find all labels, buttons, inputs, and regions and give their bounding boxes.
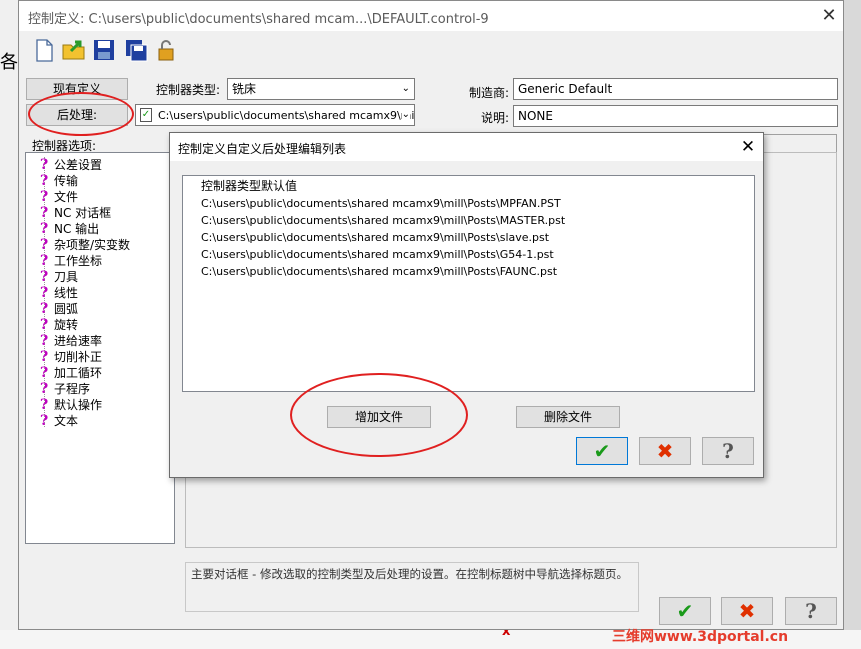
help-topic-icon: ?: [40, 381, 49, 397]
help-button[interactable]: ?: [702, 437, 754, 465]
post-path-select[interactable]: ✓ C:\users\public\documents\shared mcamx…: [135, 104, 415, 126]
save-icon[interactable]: [91, 37, 117, 63]
tree-item[interactable]: ? 刀具: [40, 269, 78, 285]
help-topic-icon: ?: [40, 397, 49, 413]
tree-item[interactable]: ? NC 对话框: [40, 205, 111, 221]
chevron-down-icon: ⌄: [401, 83, 410, 94]
help-topic-icon: ?: [40, 301, 49, 317]
close-button[interactable]: ✕: [736, 135, 760, 159]
help-topic-icon: ?: [40, 237, 49, 253]
question-icon: ?: [805, 599, 817, 623]
manufacturer-label: 制造商:: [469, 86, 510, 100]
cross-icon: ✖: [738, 599, 756, 623]
watermark: 三维网www.3dportal.cn: [612, 629, 789, 645]
background-app-left: 各: [0, 0, 18, 649]
save-as-icon[interactable]: [123, 37, 149, 63]
list-item[interactable]: C:\users\public\documents\shared mcamx9\…: [201, 212, 565, 229]
ok-button[interactable]: ✔: [576, 437, 628, 465]
chevron-down-icon: ⌄: [401, 105, 410, 125]
background-app-right: [844, 0, 861, 649]
help-topic-icon: ?: [40, 333, 49, 349]
tree-item[interactable]: ? 进给速率: [40, 333, 102, 349]
title-bar: 控制定义: C:\users\public\documents\shared m…: [19, 1, 843, 31]
controller-type-select[interactable]: 铣床 ⌄: [227, 78, 415, 100]
description-label: 说明:: [481, 111, 510, 125]
help-topic-icon: ?: [40, 173, 49, 189]
help-topic-icon: ?: [40, 269, 49, 285]
help-topic-icon: ?: [40, 205, 49, 221]
tree-item[interactable]: ? 加工循环: [40, 365, 102, 381]
controller-type-value: 铣床: [232, 82, 257, 96]
post-dialog-title: 控制定义自定义后处理编辑列表: [178, 142, 347, 156]
help-topic-icon: ?: [40, 365, 49, 381]
tree-item[interactable]: ? 公差设置: [40, 157, 102, 173]
post-path-value: C:\users\public\documents\shared mcamx9\…: [158, 109, 415, 122]
post-file-icon: ✓: [140, 108, 152, 122]
help-topic-icon: ?: [40, 413, 49, 429]
help-topic-icon: ?: [40, 349, 49, 365]
post-dialog-title-bar: 控制定义自定义后处理编辑列表 ✕: [170, 133, 763, 161]
post-edit-list-dialog: 控制定义自定义后处理编辑列表 ✕ 控制器类型默认值 C:\users\publi…: [169, 132, 764, 478]
tree-item[interactable]: ? 切削补正: [40, 349, 102, 365]
help-topic-icon: ?: [40, 157, 49, 173]
checkmark-icon: ✔: [593, 439, 611, 463]
annotation-circle: [290, 373, 468, 457]
delete-file-button[interactable]: 删除文件: [516, 406, 620, 428]
list-item[interactable]: C:\users\public\documents\shared mcamx9\…: [201, 246, 554, 263]
tree-item[interactable]: ? 圆弧: [40, 301, 78, 317]
checkmark-icon: ✔: [676, 599, 694, 623]
cancel-button[interactable]: ✖: [721, 597, 773, 625]
tree-item[interactable]: ? 杂项整/实变数: [40, 237, 130, 253]
question-icon: ?: [722, 439, 734, 463]
tree-item[interactable]: ? 传输: [40, 173, 78, 189]
description-field[interactable]: NONE: [513, 105, 838, 127]
cancel-button[interactable]: ✖: [639, 437, 691, 465]
tree-item[interactable]: ? 线性: [40, 285, 78, 301]
background-char: 各: [0, 52, 18, 73]
cross-icon: ✖: [656, 439, 674, 463]
manufacturer-field[interactable]: Generic Default: [513, 78, 838, 100]
tree-item[interactable]: ? 默认操作: [40, 397, 102, 413]
help-topic-icon: ?: [40, 221, 49, 237]
help-topic-icon: ?: [40, 253, 49, 269]
list-item[interactable]: C:\users\public\documents\shared mcamx9\…: [201, 195, 561, 212]
list-item[interactable]: C:\users\public\documents\shared mcamx9\…: [201, 263, 557, 280]
lock-icon[interactable]: [153, 37, 179, 63]
tree-item[interactable]: ? 子程序: [40, 381, 90, 397]
list-item[interactable]: C:\users\public\documents\shared mcamx9\…: [201, 229, 549, 246]
controller-options-tree[interactable]: ? 公差设置 ? 传输 ? 文件 ? NC 对话框 ? NC 输出 ? 杂项整/实变数 ? 工…: [25, 152, 175, 544]
tree-item[interactable]: ? 文件: [40, 189, 78, 205]
status-description: 主要对话框 - 修改选取的控制类型及后处理的设置。在控制标题树中导航选择标题页。: [185, 562, 639, 612]
controller-type-label: 控制器类型:: [156, 83, 221, 97]
tree-item[interactable]: ? NC 输出: [40, 221, 99, 237]
new-file-icon[interactable]: [31, 37, 57, 63]
post-file-list[interactable]: 控制器类型默认值 C:\users\public\documents\share…: [182, 175, 755, 392]
annotation-circle: [28, 92, 134, 136]
ok-button[interactable]: ✔: [659, 597, 711, 625]
help-button[interactable]: ?: [785, 597, 837, 625]
open-folder-icon[interactable]: [61, 37, 87, 63]
close-button[interactable]: ✕: [815, 3, 843, 29]
tree-item[interactable]: ? 旋转: [40, 317, 78, 333]
list-header: 控制器类型默认值: [201, 179, 298, 193]
tree-item[interactable]: ? 工作坐标: [40, 253, 102, 269]
help-topic-icon: ?: [40, 317, 49, 333]
window-title: 控制定义: C:\users\public\documents\shared m…: [28, 12, 489, 27]
tree-item[interactable]: ? 文本: [40, 413, 78, 429]
help-topic-icon: ?: [40, 189, 49, 205]
help-topic-icon: ?: [40, 285, 49, 301]
